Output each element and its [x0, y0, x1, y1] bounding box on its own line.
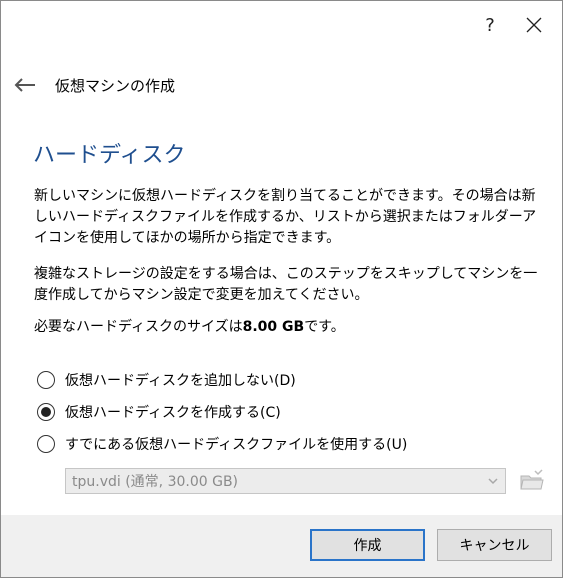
description-text: 新しいマシンに仮想ハードディスクを割り当てることができます。その場合は新しいハー… — [34, 188, 537, 246]
option-existing-disk-label: すでにある仮想ハードディスクファイルを使用する(U) — [65, 437, 408, 453]
back-button[interactable] — [13, 75, 39, 95]
existing-disk-select-value: tpu.vdi (通常, 30.00 GB) — [72, 474, 239, 490]
option-no-disk-label: 仮想ハードディスクを追加しない(D) — [65, 373, 296, 389]
advanced-hint-text: 複雑なストレージの設定をする場合は、このステップをスキップしてマシンを一度作成し… — [34, 266, 538, 303]
option-create-disk[interactable]: 仮想ハードディスクを作成する(C) — [37, 400, 281, 424]
page-heading: ハードディスク — [33, 143, 186, 168]
folder-icon — [520, 469, 544, 490]
close-button[interactable] — [514, 10, 554, 40]
wizard-header: 仮想マシンの作成 — [13, 71, 175, 99]
title-bar: ? — [1, 1, 562, 47]
radio-selected-dot — [41, 407, 51, 417]
dialog-window: ? 仮想マシンの作成 ハードディスク 新しいマシンに仮想ハードディスクを割り当て… — [0, 0, 563, 578]
back-arrow-icon — [14, 78, 35, 92]
size-suffix: です。 — [304, 319, 345, 335]
recommended-size-text: 必要なハードディスクのサイズは8.00 GBです。 — [34, 317, 544, 338]
radio-existing-disk[interactable] — [37, 435, 55, 453]
button-bar: 作成 キャンセル — [1, 515, 562, 577]
choose-disk-file-button[interactable] — [519, 469, 545, 493]
cancel-button[interactable]: キャンセル — [437, 529, 552, 561]
wizard-title: 仮想マシンの作成 — [55, 76, 176, 95]
create-button[interactable]: 作成 — [310, 529, 425, 561]
radio-no-disk[interactable] — [37, 371, 55, 389]
chevron-down-icon — [488, 478, 498, 485]
help-icon: ? — [485, 14, 495, 36]
option-create-disk-label: 仮想ハードディスクを作成する(C) — [65, 405, 281, 421]
size-prefix: 必要なハードディスクのサイズは — [34, 319, 243, 335]
close-icon — [526, 17, 542, 33]
size-value: 8.00 GB — [242, 319, 305, 335]
help-button[interactable]: ? — [470, 10, 510, 40]
existing-disk-select[interactable]: tpu.vdi (通常, 30.00 GB) — [65, 468, 506, 494]
radio-create-disk[interactable] — [37, 403, 55, 421]
option-existing-disk[interactable]: すでにある仮想ハードディスクファイルを使用する(U) — [37, 432, 407, 456]
option-no-disk[interactable]: 仮想ハードディスクを追加しない(D) — [37, 368, 296, 392]
